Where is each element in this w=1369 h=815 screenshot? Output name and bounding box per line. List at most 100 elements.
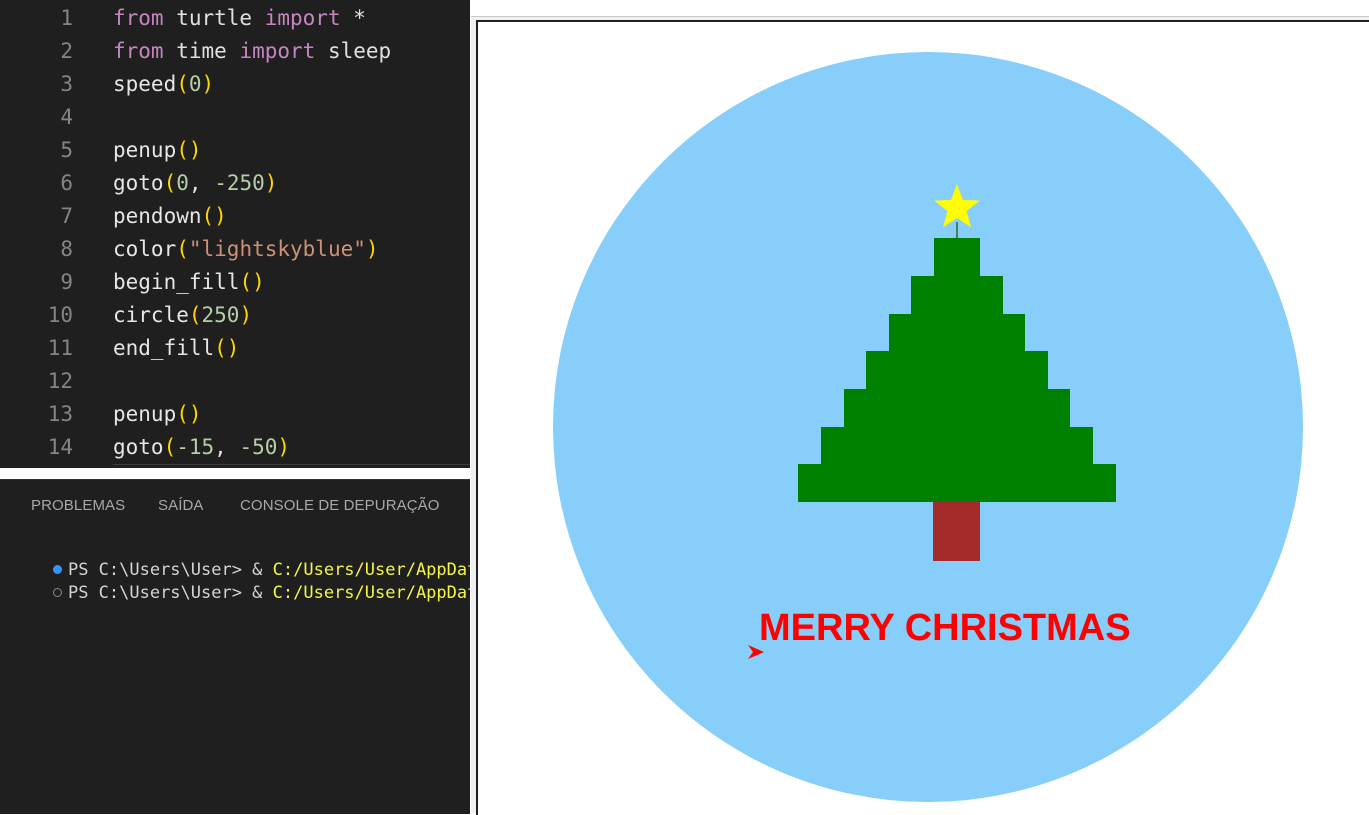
code-token: penup [113, 402, 177, 426]
merry-christmas-text: MERRY CHRISTMAS [759, 607, 1131, 649]
code-line[interactable]: 10 circle(250) [0, 299, 470, 332]
code-text: color("lightskyblue") [113, 233, 379, 266]
code-token: , [188, 171, 215, 195]
line-number: 5 [60, 138, 73, 162]
tree-tier [866, 351, 1048, 390]
code-token: sleep [315, 39, 392, 63]
line-number: 15 [0, 464, 73, 468]
code-token: speed [113, 72, 177, 96]
code-token: ) [264, 171, 278, 195]
code-token: 250 [201, 303, 240, 327]
code-token: 0 [188, 72, 202, 96]
code-token: import [264, 6, 341, 30]
code-text: pendown() [113, 200, 227, 233]
code-token: ( [163, 171, 177, 195]
bottom-panel: PROBLEMAS SAÍDA CONSOLE DE DEPURAÇÃO PS … [0, 479, 470, 814]
code-text: penup() [113, 398, 202, 431]
code-line[interactable]: 8 color("lightskyblue") [0, 233, 470, 266]
code-token: begin_fill [113, 270, 240, 294]
code-text: from time import sleep [113, 35, 391, 68]
code-token: ) [365, 237, 379, 261]
tab-console-depuracao[interactable]: CONSOLE DE DEPURAÇÃO [240, 497, 440, 514]
terminal-line: PS C:\Users\User> & C:/Users/User/AppDat [12, 563, 470, 623]
code-text: goto(0, -250) [113, 167, 277, 200]
code-token: turtle [163, 6, 265, 30]
tree-tier [934, 238, 980, 277]
line-number: 7 [60, 204, 73, 228]
code-token: ( [176, 72, 189, 96]
code-token: -250 [214, 171, 265, 195]
line-number: 4 [60, 105, 73, 129]
code-line[interactable]: 1 from turtle import * [0, 2, 470, 35]
code-token: circle [113, 303, 189, 327]
code-line[interactable]: 2 from time import sleep [0, 35, 470, 68]
code-token: end_fill [113, 336, 215, 360]
line-number: 12 [47, 369, 73, 393]
code-token: penup [113, 138, 177, 162]
code-token: "lightskyblue" [188, 237, 366, 261]
code-token: ) [201, 72, 215, 96]
code-line[interactable]: 3 speed(0) [0, 68, 470, 101]
code-text: from turtle import * [113, 2, 366, 35]
line-number: 11 [47, 336, 73, 360]
code-token: time [163, 39, 240, 63]
code-text: goto(-15, -50) [113, 431, 290, 464]
code-token: 0 [176, 171, 189, 195]
tree-tier [798, 464, 1116, 502]
code-line[interactable]: 4 [0, 101, 470, 134]
code-token: ( [163, 435, 177, 459]
turtle-graphics-window: MERRY CHRISTMAS [471, 0, 1369, 815]
code-token: goto [113, 435, 164, 459]
line-number: 1 [60, 6, 73, 30]
code-token: goto [113, 171, 164, 195]
code-line[interactable]: 12 [0, 365, 470, 398]
code-token: () [201, 204, 227, 228]
code-token: import [239, 39, 316, 63]
code-text: end_fill() [113, 332, 239, 365]
code-token: ( [188, 303, 202, 327]
code-token: -50 [239, 435, 278, 459]
tree-trunk [933, 500, 980, 561]
tab-problemas[interactable]: PROBLEMAS [31, 497, 125, 514]
code-editor[interactable]: 1 from turtle import * 2 from time import s… [0, 0, 470, 468]
code-line[interactable]: 9 begin_fill() [0, 266, 470, 299]
code-token: ( [176, 237, 189, 261]
code-token: pendown [113, 204, 202, 228]
turtle-canvas-frame: MERRY CHRISTMAS [476, 20, 1369, 815]
line-number: 10 [47, 303, 73, 327]
window-titlebar [471, 0, 1369, 17]
code-text: speed(0) [113, 68, 214, 101]
line-number: 13 [47, 402, 73, 426]
tree-tier [911, 276, 1003, 315]
command-pending-icon [52, 588, 62, 597]
code-text: circle(250) [113, 299, 252, 332]
tab-saida[interactable]: SAÍDA [158, 497, 204, 514]
code-line[interactable]: 13 penup() [0, 398, 470, 431]
code-token: ) [277, 435, 291, 459]
code-line[interactable]: 14 goto(-15, -50) [0, 431, 470, 464]
line-number: 14 [47, 435, 73, 459]
code-token: from [113, 39, 164, 63]
code-line[interactable]: 6 goto(0, -250) [0, 167, 470, 200]
terminal-prompt: PS C:\Users\User> & [67, 583, 273, 603]
tree-tier [844, 389, 1070, 428]
code-token: * [340, 6, 366, 30]
code-line[interactable]: 5 penup() [0, 134, 470, 167]
code-token: () [214, 336, 240, 360]
tree-tier [889, 314, 1025, 353]
line-number: 6 [60, 171, 73, 195]
code-token: () [176, 138, 202, 162]
code-line[interactable]: 7 pendown() [0, 200, 470, 233]
tree-tier [821, 427, 1093, 466]
code-token: -15 [176, 435, 215, 459]
code-token: () [239, 270, 265, 294]
code-text: penup() [113, 134, 202, 167]
code-text: begin_fill() [113, 266, 265, 299]
terminal-command-path: C:/Users/User/AppDat [272, 583, 470, 603]
code-token: , [214, 435, 240, 459]
code-token: ) [239, 303, 253, 327]
code-line[interactable]: 11 end_fill() [0, 332, 470, 365]
line-number: 9 [60, 270, 73, 294]
code-token: color [113, 237, 177, 261]
turtle-canvas: MERRY CHRISTMAS [553, 52, 1303, 802]
